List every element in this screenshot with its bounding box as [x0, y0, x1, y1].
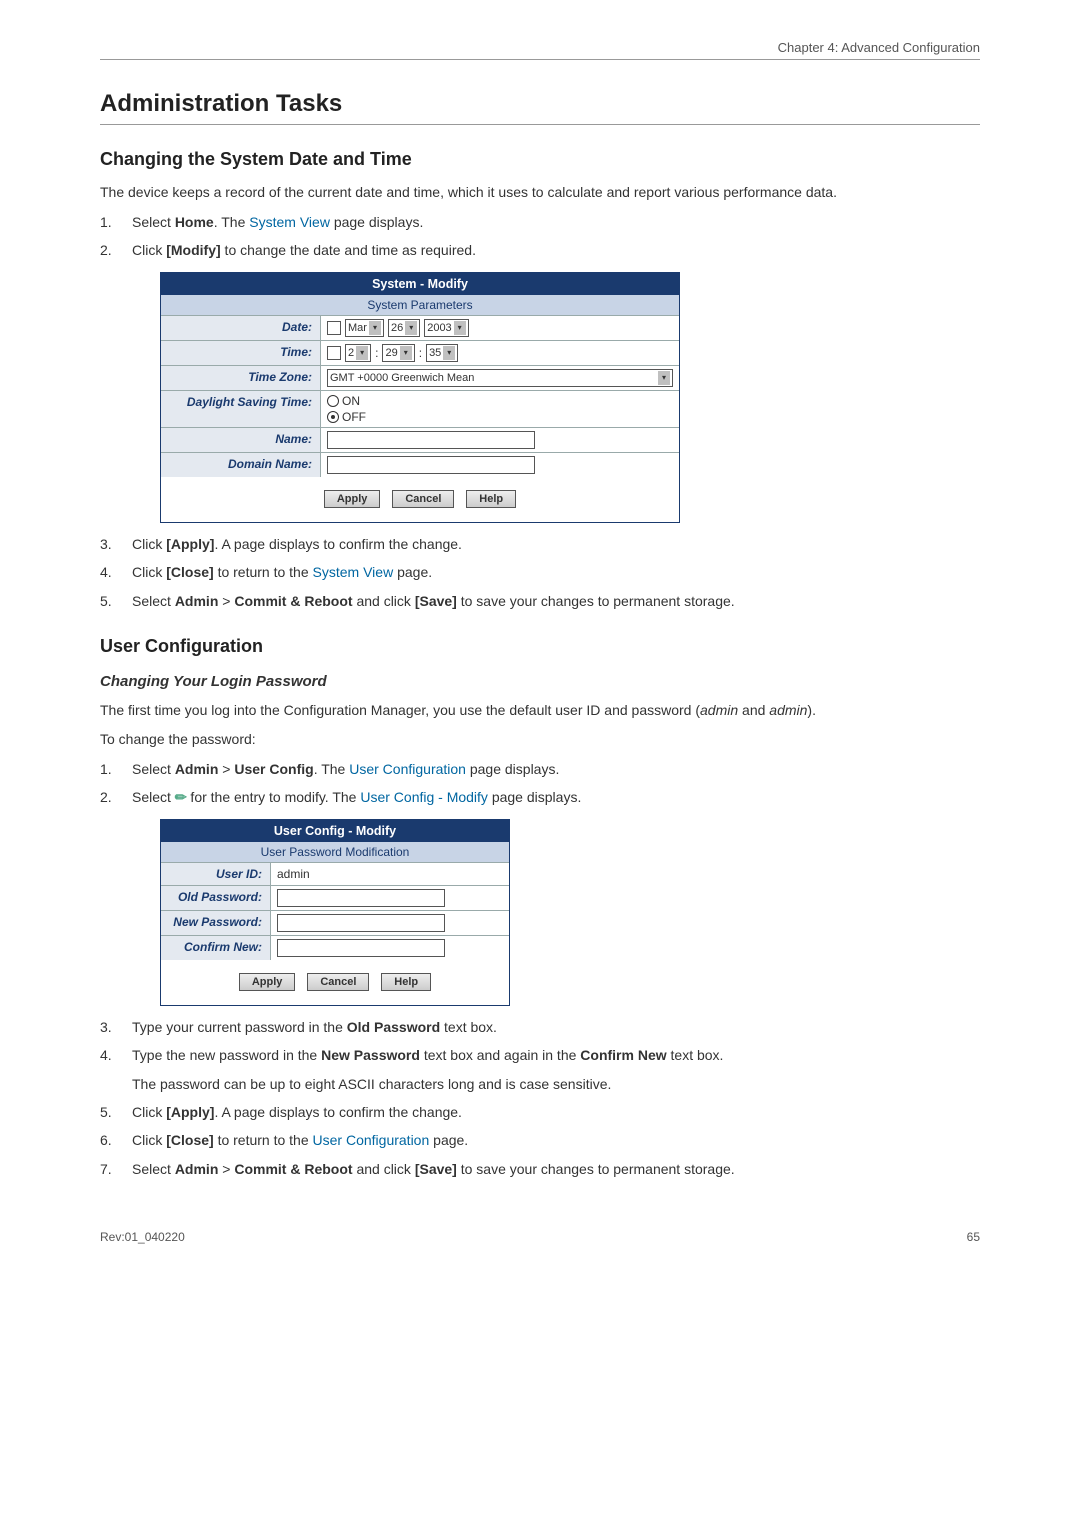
- panel-title: System - Modify: [161, 273, 679, 295]
- day-select[interactable]: 26▾: [388, 319, 420, 337]
- label-newpass: New Password:: [161, 911, 271, 935]
- link-user-configuration[interactable]: User Configuration: [349, 761, 466, 777]
- label-time: Time:: [161, 341, 321, 365]
- list-num: 5.: [100, 590, 132, 612]
- dst-off-radio[interactable]: OFF: [327, 410, 366, 424]
- chevron-down-icon: ▾: [400, 346, 412, 360]
- apply-button[interactable]: Apply: [324, 490, 381, 508]
- confirm-new-input[interactable]: [277, 939, 445, 957]
- list-item: Click [Close] to return to the System Vi…: [132, 561, 980, 583]
- cancel-button[interactable]: Cancel: [307, 973, 369, 991]
- system-modify-panel: System - Modify System Parameters Date: …: [160, 272, 680, 523]
- second-select[interactable]: 35▾: [426, 344, 458, 362]
- list-num: 4.: [100, 561, 132, 583]
- footer-rev: Rev:01_040220: [100, 1230, 185, 1244]
- list-num: 3.: [100, 533, 132, 555]
- timezone-select[interactable]: GMT +0000 Greenwich Mean▾: [327, 369, 673, 387]
- list-item: Click [Modify] to change the date and ti…: [132, 239, 980, 261]
- apply-button[interactable]: Apply: [239, 973, 296, 991]
- new-password-input[interactable]: [277, 914, 445, 932]
- link-system-view[interactable]: System View: [313, 564, 394, 580]
- list-item: Select Admin > User Config. The User Con…: [132, 758, 980, 780]
- page-title: Administration Tasks: [100, 90, 980, 125]
- chevron-down-icon: ▾: [658, 371, 670, 385]
- date-checkbox[interactable]: [327, 321, 341, 335]
- section-title-userconfig: User Configuration: [100, 636, 980, 657]
- list-num: 1.: [100, 211, 132, 233]
- label-userid: User ID:: [161, 863, 271, 885]
- list-item: Select ✎ for the entry to modify. The Us…: [132, 786, 980, 808]
- list-num: 2.: [100, 786, 132, 808]
- hour-select[interactable]: 2▾: [345, 344, 371, 362]
- link-user-configuration[interactable]: User Configuration: [313, 1132, 430, 1148]
- label-name: Name:: [161, 428, 321, 452]
- label-timezone: Time Zone:: [161, 366, 321, 390]
- password-intro: The first time you log into the Configur…: [100, 700, 980, 721]
- list-item: Select Admin > Commit & Reboot and click…: [132, 1158, 980, 1180]
- user-config-modify-panel: User Config - Modify User Password Modif…: [160, 819, 510, 1006]
- list-item: Type the new password in the New Passwor…: [132, 1044, 980, 1095]
- name-input[interactable]: [327, 431, 535, 449]
- section-title-datetime: Changing the System Date and Time: [100, 149, 980, 170]
- panel-subtitle: User Password Modification: [161, 842, 509, 862]
- label-dst: Daylight Saving Time:: [161, 391, 321, 427]
- panel-subtitle: System Parameters: [161, 295, 679, 315]
- link-system-view[interactable]: System View: [249, 214, 330, 230]
- cancel-button[interactable]: Cancel: [392, 490, 454, 508]
- year-select[interactable]: 2003▾: [424, 319, 468, 337]
- panel-title: User Config - Modify: [161, 820, 509, 842]
- list-num: 1.: [100, 758, 132, 780]
- list-item: Select Home. The System View page displa…: [132, 211, 980, 233]
- chevron-down-icon: ▾: [454, 321, 466, 335]
- colon: :: [375, 346, 378, 360]
- chevron-down-icon: ▾: [443, 346, 455, 360]
- list-item: Click [Apply]. A page displays to confir…: [132, 533, 980, 555]
- list-num: 2.: [100, 239, 132, 261]
- list-item-line2: The password can be up to eight ASCII ch…: [132, 1073, 980, 1095]
- chevron-down-icon: ▾: [369, 321, 381, 335]
- old-password-input[interactable]: [277, 889, 445, 907]
- list-num: 5.: [100, 1101, 132, 1123]
- list-item: Select Admin > Commit & Reboot and click…: [132, 590, 980, 612]
- month-select[interactable]: Mar▾: [345, 319, 384, 337]
- datetime-intro: The device keeps a record of the current…: [100, 182, 980, 203]
- list-num: 7.: [100, 1158, 132, 1180]
- userid-value: admin: [277, 867, 310, 881]
- label-confirm: Confirm New:: [161, 936, 271, 960]
- label-domain: Domain Name:: [161, 453, 321, 477]
- list-item: Type your current password in the Old Pa…: [132, 1016, 980, 1038]
- chevron-down-icon: ▾: [356, 346, 368, 360]
- list-num: 3.: [100, 1016, 132, 1038]
- colon: :: [419, 346, 422, 360]
- footer-page: 65: [967, 1230, 980, 1244]
- link-user-config-modify[interactable]: User Config - Modify: [360, 789, 488, 805]
- chapter-header: Chapter 4: Advanced Configuration: [100, 40, 980, 60]
- to-change-text: To change the password:: [100, 729, 980, 750]
- label-date: Date:: [161, 316, 321, 340]
- list-num: 4.: [100, 1044, 132, 1095]
- dst-on-radio[interactable]: ON: [327, 394, 360, 408]
- chevron-down-icon: ▾: [405, 321, 417, 335]
- label-oldpass: Old Password:: [161, 886, 271, 910]
- minute-select[interactable]: 29▾: [382, 344, 414, 362]
- list-item: Click [Close] to return to the User Conf…: [132, 1129, 980, 1151]
- help-button[interactable]: Help: [381, 973, 431, 991]
- domain-input[interactable]: [327, 456, 535, 474]
- time-checkbox[interactable]: [327, 346, 341, 360]
- list-item: Click [Apply]. A page displays to confir…: [132, 1101, 980, 1123]
- help-button[interactable]: Help: [466, 490, 516, 508]
- list-num: 6.: [100, 1129, 132, 1151]
- subsection-title-password: Changing Your Login Password: [100, 673, 980, 690]
